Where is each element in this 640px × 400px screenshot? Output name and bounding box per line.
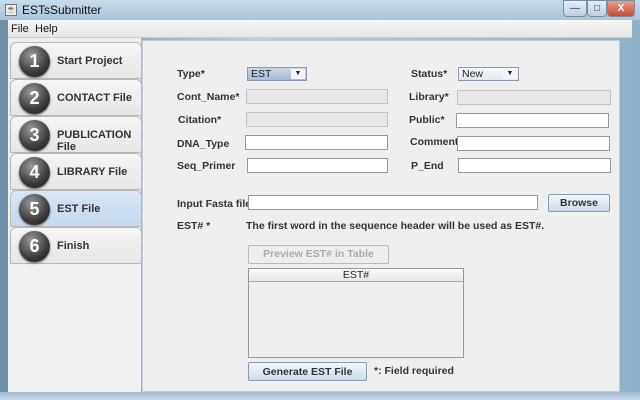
close-button[interactable]: X (607, 0, 635, 17)
est-label: EST# * (177, 220, 211, 232)
step-number-badge: 6 (19, 231, 50, 262)
required-note: *: Field required (374, 365, 454, 377)
step-label: Finish (57, 240, 90, 252)
window-title: ESTsSubmitter (22, 3, 102, 17)
dna-type-label: DNA_Type (177, 138, 230, 150)
type-label: Type* (177, 68, 205, 80)
p-end-label: P_End (411, 160, 444, 172)
status-label: Status* (411, 68, 448, 80)
step-number-badge: 3 (19, 120, 50, 151)
seq-primer-field[interactable] (247, 158, 388, 173)
fasta-file-field[interactable] (248, 195, 538, 210)
menu-bar: File Help (8, 20, 632, 38)
step-start-project[interactable]: 1 Start Project (10, 42, 142, 79)
chevron-down-icon: ▼ (503, 69, 517, 79)
step-contact-file[interactable]: 2 CONTACT File (10, 79, 142, 116)
type-value: EST (251, 68, 272, 80)
citation-label: Citation* (178, 114, 222, 126)
seq-primer-label: Seq_Primer (177, 160, 236, 172)
step-label: CONTACT File (57, 92, 132, 104)
comment-label: Comment (410, 136, 459, 148)
step-est-file[interactable]: 5 EST File (10, 190, 142, 227)
est-table: EST# (248, 268, 464, 358)
app-icon: ☕ (5, 4, 17, 16)
library-label: Library* (409, 91, 449, 103)
generate-est-button[interactable]: Generate EST File (248, 362, 367, 381)
step-finish[interactable]: 6 Finish (10, 227, 142, 264)
library-field (457, 90, 611, 105)
fasta-label: Input Fasta file* (177, 198, 256, 210)
chevron-down-icon: ▼ (291, 69, 305, 79)
status-value: New (462, 68, 484, 80)
comment-field[interactable] (457, 136, 610, 151)
est-note: The first word in the sequence header wi… (246, 220, 545, 232)
step-label: LIBRARY File (57, 166, 128, 178)
step-publication-file[interactable]: 3 PUBLICATION File (10, 116, 142, 153)
window-bottom-border (0, 392, 640, 400)
preview-est-button[interactable]: Preview EST# in Table (248, 245, 389, 264)
maximize-button[interactable]: □ (587, 0, 607, 17)
dna-type-field[interactable] (245, 135, 388, 150)
menu-help[interactable]: Help (35, 23, 58, 35)
menu-file[interactable]: File (11, 23, 29, 35)
status-select[interactable]: New ▼ (458, 67, 519, 81)
type-select[interactable]: EST ▼ (247, 67, 307, 81)
step-number-badge: 4 (19, 157, 50, 188)
p-end-field[interactable] (458, 158, 611, 173)
wizard-steps-sidebar: 1 Start Project 2 CONTACT File 3 PUBLICATIO… (8, 38, 142, 392)
public-field[interactable] (456, 113, 609, 128)
browse-button[interactable]: Browse (548, 194, 610, 212)
cont-name-label: Cont_Name* (177, 91, 240, 103)
title-bar: ☕ ESTsSubmitter — □ X (0, 0, 640, 20)
step-library-file[interactable]: 4 LIBRARY File (10, 153, 142, 190)
citation-field (246, 112, 388, 127)
step-number-badge: 5 (19, 194, 50, 225)
public-label: Public* (409, 114, 445, 126)
cont-name-field (246, 89, 388, 104)
step-number-badge: 1 (19, 46, 50, 77)
step-label: Start Project (57, 55, 123, 67)
minimize-button[interactable]: — (563, 0, 587, 17)
step-label: PUBLICATION File (57, 129, 132, 153)
est-column-header[interactable]: EST# (249, 269, 463, 282)
step-number-badge: 2 (19, 83, 50, 114)
step-label: EST File (57, 203, 101, 215)
